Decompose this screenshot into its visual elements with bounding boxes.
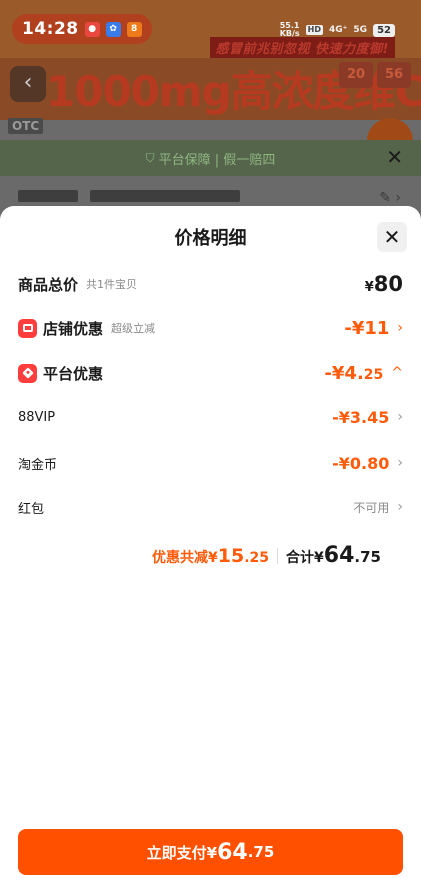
status-indicators: 55.1 KB/s HD 4G⁺ 5G 52 xyxy=(280,22,395,38)
image-counter: 20 56 xyxy=(339,62,411,88)
total-price-row: 商品总价 共1件宝贝 ¥80 xyxy=(18,269,403,299)
price-detail-sheet: 价格明细 ✕ 商品总价 共1件宝贝 ¥80 店铺优惠 超级立减 -¥11 › 平… xyxy=(0,206,421,878)
coins-label: 淘金币 xyxy=(18,457,58,473)
chevron-right-icon: › xyxy=(397,320,403,336)
chevron-right-icon: › xyxy=(397,409,403,425)
shop-discount-value: -¥11 xyxy=(344,317,390,339)
total-price: ¥80 xyxy=(364,272,403,296)
status-pill: 14:28 ● ✿ 8 xyxy=(12,14,152,44)
summary-divider xyxy=(277,547,279,564)
status-time: 14:28 xyxy=(22,19,79,39)
hd-icon: HD xyxy=(305,25,324,35)
red-packet-status: 不可用 xyxy=(353,500,390,515)
shield-icon: ⛉ xyxy=(145,150,155,165)
shop-discount-sub: 超级立减 xyxy=(111,322,156,335)
shop-icon xyxy=(18,318,37,338)
otc-badge: OTC xyxy=(8,118,44,134)
counter-current: 20 xyxy=(339,62,373,88)
platform-discount-row[interactable]: 平台优惠 -¥4.25 ^ xyxy=(18,358,403,388)
back-icon[interactable]: ‹ xyxy=(10,66,46,102)
vip-value: -¥3.45 xyxy=(332,407,390,427)
shop-discount-label: 店铺优惠 xyxy=(43,319,104,338)
battery-icon: 52 xyxy=(373,23,395,37)
total-item-count: 共1件宝贝 xyxy=(86,278,138,291)
signal-icon: 5G xyxy=(353,25,368,35)
signal-icon: 4G⁺ xyxy=(329,25,348,35)
close-icon[interactable]: ✕ xyxy=(386,145,403,169)
platform-discount-label: 平台优惠 xyxy=(43,364,104,383)
edit-icon[interactable]: ✎ › xyxy=(379,190,401,206)
notification-app-icon: ● xyxy=(84,21,100,37)
price-summary: 优惠共减¥15.25 合计¥64.75 xyxy=(152,543,381,568)
coins-discount-row[interactable]: 淘金币 -¥0.80 › xyxy=(18,448,403,478)
chevron-right-icon: › xyxy=(397,455,403,471)
pay-now-button[interactable]: 立即支付¥ 64.75 xyxy=(18,829,403,875)
notification-app-icon: ✿ xyxy=(105,21,121,37)
guarantee-bar: ⛉ 平台保障 | 假一赔四 ✕ xyxy=(0,140,421,176)
sheet-title: 价格明细 xyxy=(174,228,247,249)
blurred-text xyxy=(90,190,240,202)
tag-icon xyxy=(18,363,37,383)
vip-label: 88VIP xyxy=(18,409,56,425)
total-label: 商品总价 xyxy=(18,275,79,294)
chevron-right-icon: › xyxy=(397,499,403,515)
counter-total: 56 xyxy=(377,62,411,88)
status-bar: 14:28 ● ✿ 8 55.1 KB/s HD 4G⁺ 5G 52 xyxy=(0,0,421,58)
summary-total: 合计¥64.75 xyxy=(286,543,381,568)
shop-discount-row[interactable]: 店铺优惠 超级立减 -¥11 › xyxy=(18,313,403,343)
summary-discount: 优惠共减¥15.25 xyxy=(152,545,270,567)
chevron-up-icon: ^ xyxy=(391,365,403,381)
guarantee-text: 平台保障 | 假一赔四 xyxy=(158,152,276,168)
notification-app-icon: 8 xyxy=(126,21,142,37)
blurred-text xyxy=(18,190,78,202)
red-packet-label: 红包 xyxy=(18,501,45,517)
vip-discount-row[interactable]: 88VIP -¥3.45 › xyxy=(18,402,403,432)
net-speed: 55.1 KB/s xyxy=(279,21,300,38)
close-button[interactable]: ✕ xyxy=(377,222,407,252)
coins-value: -¥0.80 xyxy=(332,453,390,473)
red-packet-row[interactable]: 红包 不可用 › xyxy=(18,492,403,522)
platform-discount-value: -¥4.25 xyxy=(324,362,384,384)
